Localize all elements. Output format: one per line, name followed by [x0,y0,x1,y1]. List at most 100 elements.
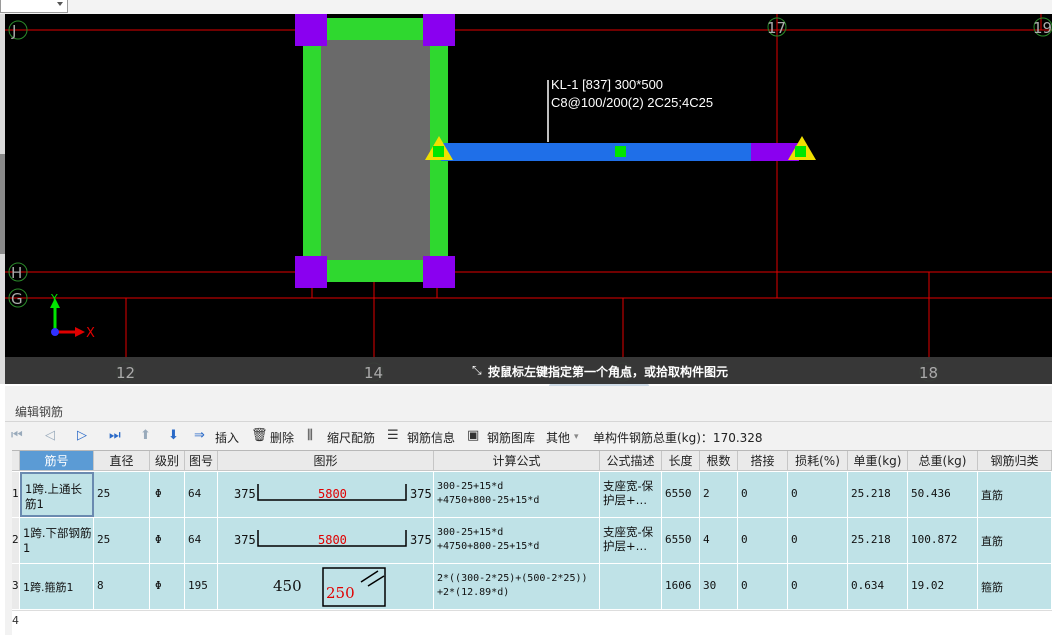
grid-label-17: 17 [767,19,786,37]
column-body [321,40,430,260]
column-corner-tr [423,14,455,46]
next-record-icon[interactable]: ▷ [77,428,87,443]
formula-description[interactable]: 支座宽-保护层+… [603,479,661,507]
rebar-info-button[interactable]: 钢筋信息 [407,429,455,446]
formula-line1[interactable]: 300-25+15*d [437,480,539,494]
col-header[interactable]: 损耗(%) [788,451,848,471]
col-header[interactable]: 根数 [700,451,738,471]
scale-rebar-icon[interactable]: ⫼ [307,428,313,443]
row-number: 2 [12,533,19,546]
col-header[interactable]: 级别 [150,451,185,471]
rebar-table: 筋号 直径(mm) 级别 图号 图形 计算公式 公式描述 长度 根数 搭接 损耗… [12,450,1052,636]
length[interactable]: 6550 [665,533,692,546]
col-header[interactable]: 搭接 [738,451,788,471]
rebar-category[interactable]: 直筋 [981,533,1003,549]
beam-kl-1[interactable] [425,80,816,161]
col-header[interactable]: 公式描述 [600,451,662,471]
cad-canvas[interactable]: J 17 19 H G KL-1 [837] 300*500 C8@100/20… [5,14,1052,384]
lap[interactable]: 0 [741,533,748,546]
col-header[interactable]: 计算公式 [434,451,600,471]
loss[interactable]: 0 [791,579,798,592]
insert-button[interactable]: 插入 [215,429,239,446]
col-header[interactable]: 总重(kg) [908,451,978,471]
scale-rebar-button[interactable]: 缩尺配筋 [327,429,375,446]
first-record-icon[interactable]: ⏮ [11,428,23,443]
grade-symbol[interactable]: Φ [155,579,162,592]
count[interactable]: 4 [703,533,710,546]
ucs-y-label: Y [50,292,58,305]
beam-node-mid[interactable] [615,146,626,157]
diameter[interactable]: 8 [97,579,104,592]
diameter[interactable]: 25 [97,533,110,546]
prev-record-icon[interactable]: ◁ [45,428,55,443]
unit-weight: 0.634 [851,579,885,592]
rebar-name[interactable]: 1跨.下部钢筋1 [23,526,93,556]
lap[interactable]: 0 [741,579,748,592]
col-header[interactable]: 长度 [662,451,700,471]
loss[interactable]: 0 [791,487,798,500]
chevron-down-icon[interactable]: ▾ [574,432,579,442]
rebar-category[interactable]: 直筋 [981,487,1003,503]
formula-line2[interactable]: +4750+800-25+15*d [437,494,539,508]
grid-label-j: J [11,22,16,40]
beam-node-right[interactable] [795,146,806,157]
other-menu[interactable]: 其他 [546,429,570,446]
rebar-toolbar: ⏮ ◁ ▷ ⏭ ⬆ ⬇ ⇒ 插入 🗑 删除 ⫼ 缩尺配筋 ☰ 钢筋信息 ▣ 钢筋… [5,426,1052,448]
move-up-icon[interactable]: ⬆ [140,428,151,443]
column-corner-bl [295,256,327,288]
formula-line2[interactable]: +2*(12.89*d) [437,586,588,600]
col-header[interactable]: 单重(kg) [848,451,908,471]
row-header-corner [12,451,20,471]
grid-label-h: H [11,264,22,282]
delete-button[interactable]: 删除 [270,429,294,446]
row-number: 1 [12,487,19,500]
rebar-name[interactable]: 1跨.上通长筋1 [25,482,92,512]
lap[interactable]: 0 [741,487,748,500]
total-weight: 19.02 [911,579,945,592]
figure-number[interactable]: 195 [188,579,208,592]
rebar-shape[interactable]: 375 5800 375 [218,472,434,517]
loss[interactable]: 0 [791,533,798,546]
figure-number[interactable]: 64 [188,487,201,500]
grade-symbol[interactable]: Φ [155,487,162,500]
rebar-info-icon[interactable]: ☰ [387,428,399,443]
formula-line1[interactable]: 300-25+15*d [437,526,539,540]
table-row[interactable]: 3 1跨.箍筋1 8 Φ 195 450 250 2*((300-2*25)+(… [12,564,1052,610]
grade-symbol[interactable]: Φ [155,533,162,546]
count[interactable]: 30 [703,579,716,592]
column-corner-tl [295,14,327,46]
shrink-arrows-icon: ⤡ [472,363,482,377]
ucs-icon: Y X [50,292,95,341]
count[interactable]: 2 [703,487,710,500]
table-row[interactable]: 1 1跨.上通长筋1 25 Φ 64 375 5800 375 300-25+1… [12,472,1052,518]
col-header[interactable]: 直径(mm) [94,451,150,488]
table-row[interactable]: 2 1跨.下部钢筋1 25 Φ 64 375 5800 375 300-25+1… [12,518,1052,564]
col-header[interactable]: 图形 [218,451,434,471]
formula-line2[interactable]: +4750+800-25+15*d [437,540,539,554]
trash-icon[interactable]: 🗑 [251,428,268,443]
rebar-library-icon[interactable]: ▣ [467,428,479,443]
insert-icon[interactable]: ⇒ [194,428,205,443]
beam-node-left[interactable] [433,146,444,157]
stirrup-shape[interactable]: 450 250 [218,564,434,609]
figure-number[interactable]: 64 [188,533,201,546]
length[interactable]: 6550 [665,487,692,500]
formula-description[interactable]: 支座宽-保护层+… [603,525,661,553]
table-row-empty[interactable]: 4 [12,610,1052,631]
col-header[interactable]: 图号 [185,451,218,471]
diameter[interactable]: 25 [97,487,110,500]
layer-dropdown[interactable] [0,0,68,13]
col-header[interactable]: 筋号 [20,451,94,471]
rebar-category[interactable]: 箍筋 [981,579,1003,595]
col-header[interactable]: 钢筋归类 [978,451,1052,471]
beam-label-line2: C8@100/200(2) 2C25;4C25 [551,95,713,110]
move-down-icon[interactable]: ⬇ [168,428,179,443]
rebar-library-button[interactable]: 钢筋图库 [487,429,535,446]
stirrup-height: 250 [326,584,355,602]
last-record-icon[interactable]: ⏭ [109,428,121,443]
rebar-shape[interactable]: 375 5800 375 [218,518,434,563]
rebar-name[interactable]: 1跨.箍筋1 [23,579,74,595]
drawing-area[interactable]: J 17 19 H G KL-1 [837] 300*500 C8@100/20… [5,14,1052,384]
formula-line1[interactable]: 2*((300-2*25)+(500-2*25)) [437,572,588,586]
length[interactable]: 1606 [665,579,692,592]
